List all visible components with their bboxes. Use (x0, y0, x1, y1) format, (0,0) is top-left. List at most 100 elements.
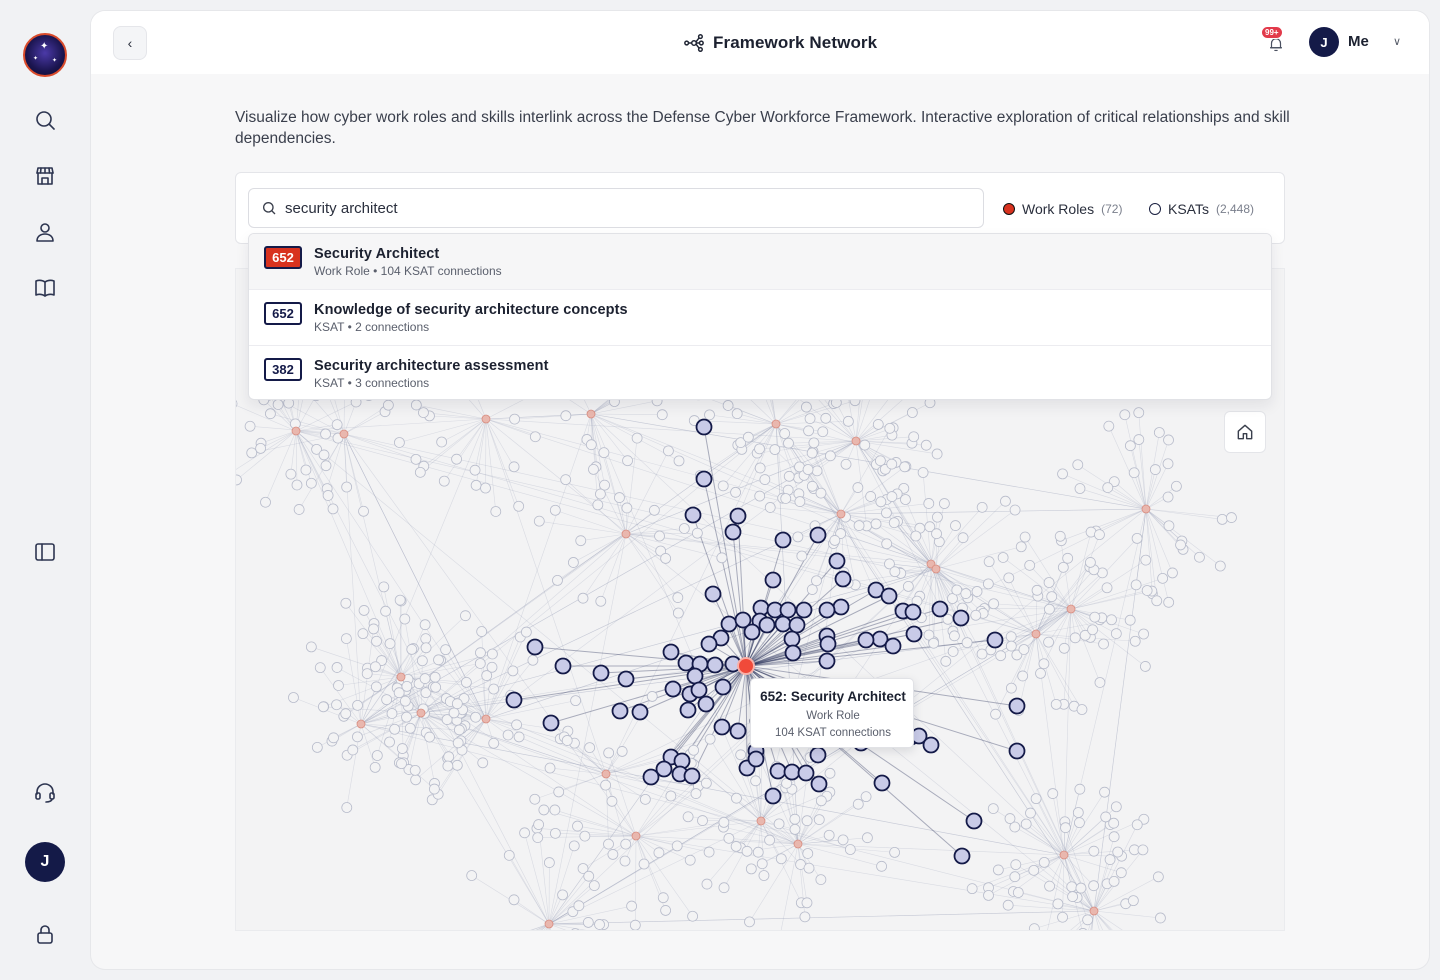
ksat-node[interactable] (1035, 668, 1046, 679)
ksat-node[interactable] (983, 889, 994, 901)
ksat-node[interactable] (314, 662, 326, 674)
ksat-node[interactable] (520, 626, 532, 638)
ksat-node[interactable] (583, 870, 595, 882)
ksat-node[interactable] (1078, 928, 1088, 931)
ksat-node[interactable] (1133, 434, 1145, 445)
ksat-node[interactable] (673, 455, 685, 467)
ksat-node[interactable] (1074, 783, 1086, 795)
ksat-node[interactable] (1054, 530, 1066, 542)
ksat-node[interactable] (386, 708, 398, 719)
ksat-node[interactable] (1031, 584, 1043, 596)
ksat-node[interactable] (764, 502, 776, 513)
ksat-node[interactable] (428, 783, 440, 795)
ksat-node[interactable] (357, 628, 369, 640)
ksat-node[interactable] (852, 798, 864, 810)
ksat-node[interactable] (844, 844, 856, 855)
connected-ksat-node[interactable] (774, 615, 792, 633)
ksat-node[interactable] (1157, 572, 1169, 584)
ksat-node[interactable] (476, 626, 488, 637)
ksat-node[interactable] (503, 849, 515, 861)
connected-ksat-node[interactable] (724, 523, 742, 541)
ksat-node[interactable] (799, 911, 811, 923)
ksat-node[interactable] (320, 460, 332, 472)
connected-ksat-node[interactable] (953, 847, 971, 865)
ksat-node[interactable] (1110, 801, 1122, 813)
ksat-node[interactable] (1047, 788, 1059, 799)
ksat-node[interactable] (865, 491, 877, 502)
work-role-node[interactable] (851, 436, 861, 446)
connected-ksat-node[interactable] (655, 760, 673, 778)
work-role-node[interactable] (481, 414, 491, 424)
work-role-node[interactable] (544, 919, 554, 929)
ksat-node[interactable] (862, 832, 873, 844)
ksat-node[interactable] (488, 737, 500, 749)
ksat-node[interactable] (614, 492, 625, 503)
ksat-node[interactable] (244, 420, 256, 432)
ksat-node[interactable] (442, 760, 454, 772)
work-role-node[interactable] (601, 769, 611, 779)
ksat-node[interactable] (801, 897, 813, 909)
connected-ksat-node[interactable] (611, 702, 629, 720)
ksat-node[interactable] (1003, 572, 1015, 584)
ksat-node[interactable] (1057, 911, 1068, 923)
ksat-node[interactable] (305, 477, 317, 489)
ksat-node[interactable] (1004, 813, 1016, 824)
ksat-node[interactable] (333, 680, 344, 691)
ksat-node[interactable] (575, 535, 587, 547)
ksat-node[interactable] (255, 442, 267, 454)
work-role-node[interactable] (1059, 850, 1069, 860)
ksat-node[interactable] (1069, 632, 1081, 644)
avatar[interactable]: J (25, 842, 65, 882)
ksat-node[interactable] (718, 882, 730, 894)
ksat-node[interactable] (358, 505, 369, 517)
ksat-node[interactable] (424, 731, 435, 743)
ksat-node[interactable] (1138, 628, 1150, 640)
ksat-node[interactable] (678, 523, 690, 534)
ksat-node[interactable] (1005, 682, 1017, 694)
ksat-node[interactable] (1088, 880, 1100, 892)
ksat-node[interactable] (588, 880, 600, 892)
ksat-node[interactable] (1133, 407, 1145, 419)
ksat-node[interactable] (804, 413, 816, 425)
ksat-node[interactable] (1129, 635, 1141, 647)
ksat-node[interactable] (957, 532, 969, 544)
ksat-node[interactable] (976, 501, 988, 513)
ksat-node[interactable] (584, 742, 596, 753)
ksat-node[interactable] (792, 531, 804, 543)
ksat-node[interactable] (803, 862, 815, 874)
ksat-node[interactable] (840, 458, 852, 470)
ksat-node[interactable] (1067, 891, 1078, 902)
ksat-node[interactable] (876, 860, 887, 872)
ksat-node[interactable] (1101, 582, 1113, 594)
ksat-node[interactable] (438, 475, 450, 487)
ksat-node[interactable] (440, 644, 452, 656)
ksat-node[interactable] (1002, 899, 1014, 911)
ksat-node[interactable] (1085, 557, 1096, 568)
ksat-node[interactable] (881, 507, 892, 519)
ksat-node[interactable] (704, 409, 715, 421)
connected-ksat-node[interactable] (818, 601, 836, 619)
ksat-node[interactable] (811, 465, 823, 477)
ksat-node[interactable] (419, 619, 431, 631)
ksat-node[interactable] (1075, 882, 1087, 894)
ksat-node[interactable] (557, 889, 568, 901)
ksat-node[interactable] (246, 447, 258, 459)
ksat-node[interactable] (1163, 520, 1175, 532)
ksat-node[interactable] (588, 463, 599, 475)
ksat-node[interactable] (626, 900, 638, 912)
connected-ksat-node[interactable] (683, 767, 701, 785)
ksat-node[interactable] (657, 892, 669, 904)
connected-ksat-node[interactable] (809, 746, 827, 764)
ksat-node[interactable] (1175, 539, 1186, 551)
ksat-node[interactable] (758, 870, 770, 881)
ksat-node[interactable] (603, 747, 615, 759)
ksat-node[interactable] (900, 494, 911, 505)
ksat-node[interactable] (870, 518, 882, 530)
ksat-node[interactable] (745, 863, 757, 875)
ksat-node[interactable] (1128, 467, 1140, 479)
ksat-node[interactable] (378, 581, 390, 593)
ksat-node[interactable] (1137, 844, 1149, 856)
ksat-node[interactable] (815, 874, 827, 886)
ksat-node[interactable] (629, 919, 641, 930)
ksat-node[interactable] (448, 707, 460, 719)
